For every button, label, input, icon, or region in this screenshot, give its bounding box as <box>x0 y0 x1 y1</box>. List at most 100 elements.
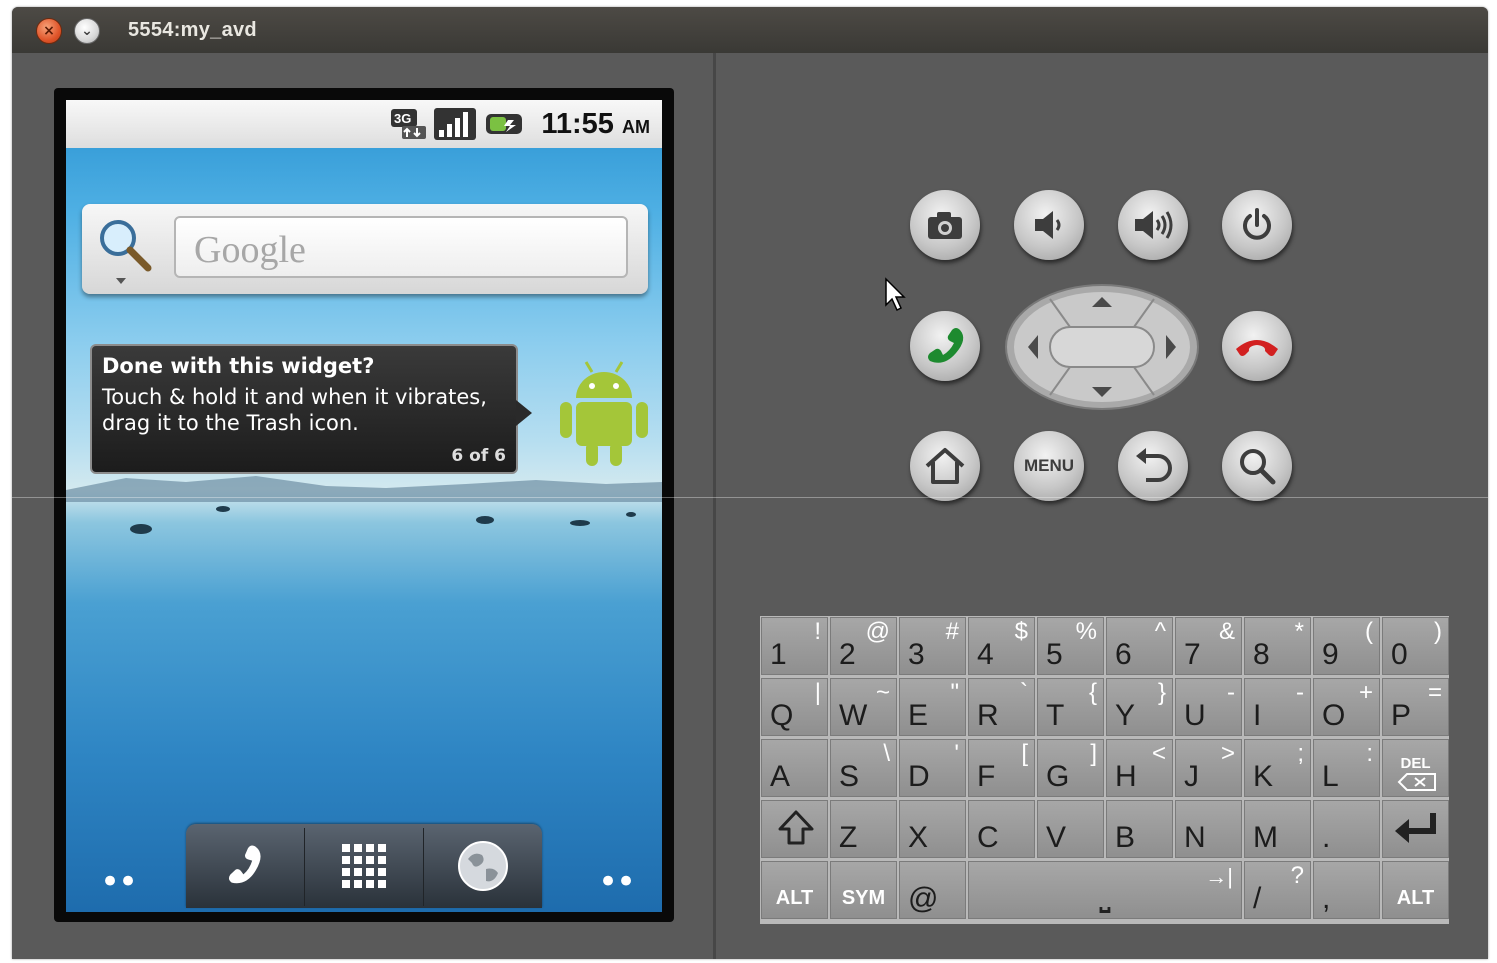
key-period[interactable]: . <box>1313 800 1380 858</box>
camera-icon <box>928 212 962 239</box>
key-h[interactable]: H < <box>1106 739 1173 797</box>
magnifier-icon[interactable] <box>94 214 158 286</box>
key-8[interactable]: 8 * <box>1244 617 1311 675</box>
key-j[interactable]: J > <box>1175 739 1242 797</box>
camera-button[interactable] <box>910 190 980 260</box>
dpad[interactable] <box>1004 283 1200 411</box>
key-b[interactable]: B <box>1106 800 1173 858</box>
key-alt-label: % <box>1075 618 1097 645</box>
key-k[interactable]: K; <box>1244 739 1311 797</box>
key-t[interactable]: T{ <box>1037 678 1104 736</box>
key-0[interactable]: 0) <box>1382 617 1449 675</box>
key-label: @ <box>908 882 939 915</box>
home-button[interactable] <box>910 431 980 501</box>
key-slash[interactable]: /? <box>1244 861 1311 919</box>
rock <box>130 524 152 534</box>
time-ampm: AM <box>622 117 650 137</box>
volume-up-button[interactable] <box>1118 190 1188 260</box>
key-3[interactable]: 3 # <box>899 617 966 675</box>
widget-tip-bubble[interactable]: Done with this widget? Touch & hold it a… <box>90 344 518 474</box>
key-g[interactable]: G] <box>1037 739 1104 797</box>
key-m[interactable]: M <box>1244 800 1311 858</box>
end-call-button[interactable] <box>1222 311 1292 381</box>
search-button[interactable] <box>1222 431 1292 501</box>
delete-key[interactable]: DEL <box>1382 739 1449 797</box>
key-l[interactable]: L: <box>1313 739 1380 797</box>
shift-key[interactable] <box>761 800 828 858</box>
key-a[interactable]: A <box>761 739 828 797</box>
key-v[interactable]: V <box>1037 800 1104 858</box>
key-alt-label: & <box>1218 618 1235 645</box>
minimize-window-button[interactable]: ⌄ <box>74 18 100 44</box>
key-alt-label: " <box>950 679 959 706</box>
launcher-dock <box>186 824 542 908</box>
google-search-widget[interactable]: Google <box>82 204 648 294</box>
key-o[interactable]: O + <box>1313 678 1380 736</box>
browser-button[interactable] <box>424 824 542 908</box>
key-alt-label: ~ <box>875 679 890 706</box>
key-at[interactable]: @ <box>899 861 966 919</box>
app-drawer-button[interactable] <box>305 824 423 908</box>
key-label: G <box>1046 760 1070 793</box>
volume-up-icon <box>1135 211 1173 239</box>
key-label: U <box>1184 699 1206 732</box>
dpad-center[interactable] <box>1049 326 1155 368</box>
battery-charging-icon <box>486 114 522 134</box>
key-4[interactable]: 4 $ <box>968 617 1035 675</box>
key-q[interactable]: Q | <box>761 678 828 736</box>
key-w[interactable]: W ~ <box>830 678 897 736</box>
key-1[interactable]: 1! <box>761 617 828 675</box>
space-icon: ⎵ <box>1099 882 1111 912</box>
key-2[interactable]: 2 @ <box>830 617 897 675</box>
key-7[interactable]: 7 & <box>1175 617 1242 675</box>
key-label: W <box>839 699 868 732</box>
key-alt-label: * <box>1294 618 1304 645</box>
key-y[interactable]: Y} <box>1106 678 1173 736</box>
key-p[interactable]: P = <box>1382 678 1449 736</box>
key-6[interactable]: 6 ^ <box>1106 617 1173 675</box>
key-alt-label: | <box>814 679 821 706</box>
key-n[interactable]: N <box>1175 800 1242 858</box>
volume-down-button[interactable] <box>1014 190 1084 260</box>
alt-left-key[interactable]: ALT <box>761 861 828 919</box>
back-button[interactable] <box>1118 431 1188 501</box>
close-window-button[interactable]: × <box>36 18 62 44</box>
key-5[interactable]: 5% <box>1037 617 1104 675</box>
key-label: K <box>1253 760 1274 793</box>
space-key[interactable]: ⎵ →| <box>968 861 1242 919</box>
backspace-icon <box>1397 773 1436 791</box>
end-call-icon <box>1236 340 1278 356</box>
call-button[interactable] <box>910 311 980 381</box>
page-indicator-left[interactable]: •• <box>100 862 138 902</box>
power-button[interactable] <box>1222 190 1292 260</box>
key-label: Q <box>770 699 794 732</box>
key-f[interactable]: F[ <box>968 739 1035 797</box>
key-s[interactable]: S \ <box>830 739 897 797</box>
key-comma[interactable]: , <box>1313 861 1380 919</box>
sym-key[interactable]: SYM <box>830 861 897 919</box>
enter-key[interactable] <box>1382 800 1449 858</box>
key-e[interactable]: E " <box>899 678 966 736</box>
key-i[interactable]: I- <box>1244 678 1311 736</box>
alt-right-key[interactable]: ALT <box>1382 861 1449 919</box>
key-alt-label: ; <box>1297 740 1304 767</box>
page-indicator-right[interactable]: •• <box>598 862 636 902</box>
key-label: N <box>1184 821 1206 854</box>
key-label: J <box>1184 760 1199 793</box>
key-alt-label: ) <box>1434 618 1442 645</box>
dialer-button[interactable] <box>186 824 304 908</box>
menu-button[interactable]: MENU <box>1014 431 1084 501</box>
search-input[interactable]: Google <box>174 216 628 278</box>
key-z[interactable]: Z <box>830 800 897 858</box>
key-9[interactable]: 9( <box>1313 617 1380 675</box>
key-x[interactable]: X <box>899 800 966 858</box>
android-robot-icon <box>560 361 648 466</box>
key-label: D <box>908 760 930 793</box>
key-c[interactable]: C <box>968 800 1035 858</box>
phone-screen[interactable]: 3G 11:55 AM Google Done with this widget… <box>66 100 662 912</box>
key-r[interactable]: R ` <box>968 678 1035 736</box>
key-u[interactable]: U- <box>1175 678 1242 736</box>
key-d[interactable]: D ' <box>899 739 966 797</box>
key-label: 4 <box>977 638 994 671</box>
key-label: L <box>1322 760 1339 793</box>
